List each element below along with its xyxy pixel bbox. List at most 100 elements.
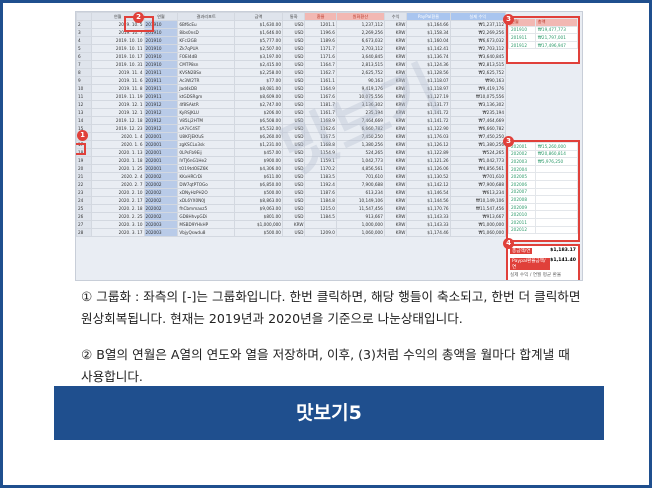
table-cell: ktGDSRgm — [177, 92, 235, 101]
summary-cell — [534, 225, 579, 235]
badge-1: 1 — [77, 130, 88, 141]
table-cell: $2,507.00 — [233, 44, 283, 53]
table-row: 21 2020. 2. 4 202002 KKxHRCrDi $611.00 USD 118… — [76, 172, 507, 181]
table-cell: $3,197.00 — [233, 52, 283, 61]
table-cell: KRW — [383, 196, 408, 205]
table-cell: 201911 — [143, 92, 179, 101]
table-row: 4 2019. 10. 10 201910 KFcl2GB $5,777.00 USD 11… — [76, 36, 507, 45]
row-number: 22 — [76, 180, 92, 189]
summary-cell: ₩17,496,947 — [534, 40, 579, 50]
table-cell: 202002 — [143, 204, 179, 213]
summary-row: 201910 ₩19,477,773 — [508, 25, 579, 35]
table-cell: ₩2,269,256 — [449, 28, 507, 37]
table-cell: 2020. 2. 4 — [90, 172, 145, 181]
table-row: 7 2019. 10. 31 201910 CMTP8sn $2,415.00 USD 11… — [76, 60, 507, 69]
table-cell: 2,269,256 — [335, 28, 385, 37]
summary-cell — [534, 202, 579, 212]
table-cell: USD — [281, 52, 306, 61]
table-cell: VbjyQswdu8 — [177, 228, 235, 237]
table-cell: FOEI4dB — [177, 52, 235, 61]
table-cell: 8ibs0nsD — [177, 28, 235, 37]
table-cell: ₩1,237,112 — [449, 20, 507, 29]
badge-3-bottom: 3 — [503, 136, 514, 147]
table-cell: USD — [281, 28, 306, 37]
table-cell: $900.00 — [233, 156, 283, 165]
row-number: 20 — [76, 164, 92, 173]
table-cell: ₩235,194 — [449, 108, 507, 117]
paragraph-1: ① 그룹화 : 좌측의 [-]는 그룹화입니다. 한번 클릭하면, 해당 행들이… — [81, 289, 581, 326]
table-cell: 1187.6 — [304, 188, 337, 197]
table-cell: $611.00 — [233, 172, 283, 181]
table-cell: xDNyHzPH2O — [177, 188, 235, 197]
table-cell: $6,850.00 — [233, 180, 283, 189]
total-value-1: $1,183.17 — [550, 248, 576, 253]
table-cell: ₩2,703,112 — [449, 44, 507, 53]
table-cell: KRW — [383, 36, 408, 45]
summary-header-total: 총액 — [534, 18, 579, 27]
table-cell: KRW — [383, 164, 408, 173]
summary-cell: ₩5,976,250 — [534, 157, 579, 166]
table-row: 6 2019. 10. 17 201910 FOEI4dB $3,197.00 USD 11… — [76, 52, 507, 61]
summary-2019-box: 연월 총액 201910 ₩19,477,773 201911 ₩21,797,001… — [506, 16, 580, 64]
table-cell: $1,121.26 — [406, 156, 451, 165]
table-row: 25 2020. 2. 18 202002 fhCbmmaxz5 $9,063.00 US… — [76, 204, 507, 213]
table-row: 22 2020. 2. 7 202002 DW7qtPTOGo $6,850.00 USD… — [76, 180, 507, 189]
column-header: 수익 — [383, 12, 408, 21]
table-cell: KRW — [281, 220, 306, 229]
column-header: 금액 — [233, 12, 283, 21]
table-cell: KRW — [383, 180, 408, 189]
spreadsheet-screenshot: 연월 연월 결과리포트 금액 통화 환율 원화환산 수익 PayPal환율 실제 수익 2 2019… — [75, 11, 583, 281]
summary-cell: ₩15,260,000 — [534, 142, 579, 151]
table-cell: ₩10,075,556 — [449, 92, 507, 101]
table-cell: KyRSJKLU — [177, 108, 235, 117]
table-cell: ₩6,673,032 — [449, 36, 507, 45]
table-cell — [304, 220, 337, 229]
table-cell: sA7iiC4ST — [177, 124, 235, 133]
table-cell: 202002 — [143, 212, 179, 221]
summary-cell — [534, 172, 579, 181]
table-cell: 201912 — [143, 108, 179, 117]
summary-row: 202006 — [508, 179, 579, 189]
table-cell: $1,158.34 — [406, 28, 451, 37]
table-cell: USD — [281, 20, 306, 29]
table-cell: USD — [281, 228, 306, 237]
summary-cell — [534, 187, 579, 197]
table-cell: lVTJ6nG1He2 — [177, 156, 235, 165]
table-cell: Zk7qPUA — [177, 44, 235, 53]
row-number: 7 — [76, 60, 92, 69]
table-cell: USD — [281, 44, 306, 53]
table-cell: 2020. 1. 13 — [90, 148, 145, 157]
summary-cell: 202007 — [508, 187, 536, 197]
table-cell: ₩6,660,782 — [449, 124, 507, 133]
table-cell: $457.00 — [233, 148, 283, 157]
table-cell: $801.00 — [233, 212, 283, 221]
table-cell: xDL6YX0N0J — [177, 196, 235, 205]
table-cell: $1,122.89 — [406, 148, 451, 157]
table-cell: 202001 — [143, 140, 179, 149]
summary-cell: ₩20,860,814 — [534, 149, 579, 159]
table-cell: ₩10,149,106 — [449, 196, 507, 205]
table-cell: ₩613,234 — [449, 188, 507, 197]
table-cell: 201911 — [143, 76, 179, 85]
table-cell: 202001 — [143, 132, 179, 141]
table-cell: ₩7,464,669 — [449, 116, 507, 125]
total-label-2: Paypal환율금액/연 — [510, 258, 551, 270]
row-number: 12 — [76, 100, 92, 109]
table-cell: $5,777.00 — [233, 36, 283, 45]
row-number: 21 — [76, 172, 92, 181]
total-box: 총금액/연 $1,183.17 Paypal환율금액/연 $1,141.40 실… — [506, 244, 580, 280]
table-cell: USD — [281, 68, 306, 77]
table-cell: $1,231.00 — [233, 140, 283, 149]
table-row: 10 2019. 11. 8 201911 Jad4kDB $8,081.00 USD 11… — [76, 84, 507, 93]
table-cell: KRW — [383, 228, 408, 237]
table-cell: 202003 — [143, 220, 179, 229]
table-cell: 1,000,000 — [335, 220, 385, 229]
row-number: 2 — [76, 20, 92, 29]
table-cell: 2020. 1. 6 — [90, 140, 145, 149]
table-cell: $1,126.06 — [406, 164, 451, 173]
table-cell: V85Lj2HTM — [177, 116, 235, 125]
summary-cell: 202005 — [508, 172, 536, 181]
table-cell: ₩7,450,250 — [449, 132, 507, 141]
table-row: 9 2019. 11. 6 201911 Ac3W2TR $77.00 USD 1161.1… — [76, 76, 507, 85]
table-cell: $1,143.33 — [406, 220, 451, 229]
